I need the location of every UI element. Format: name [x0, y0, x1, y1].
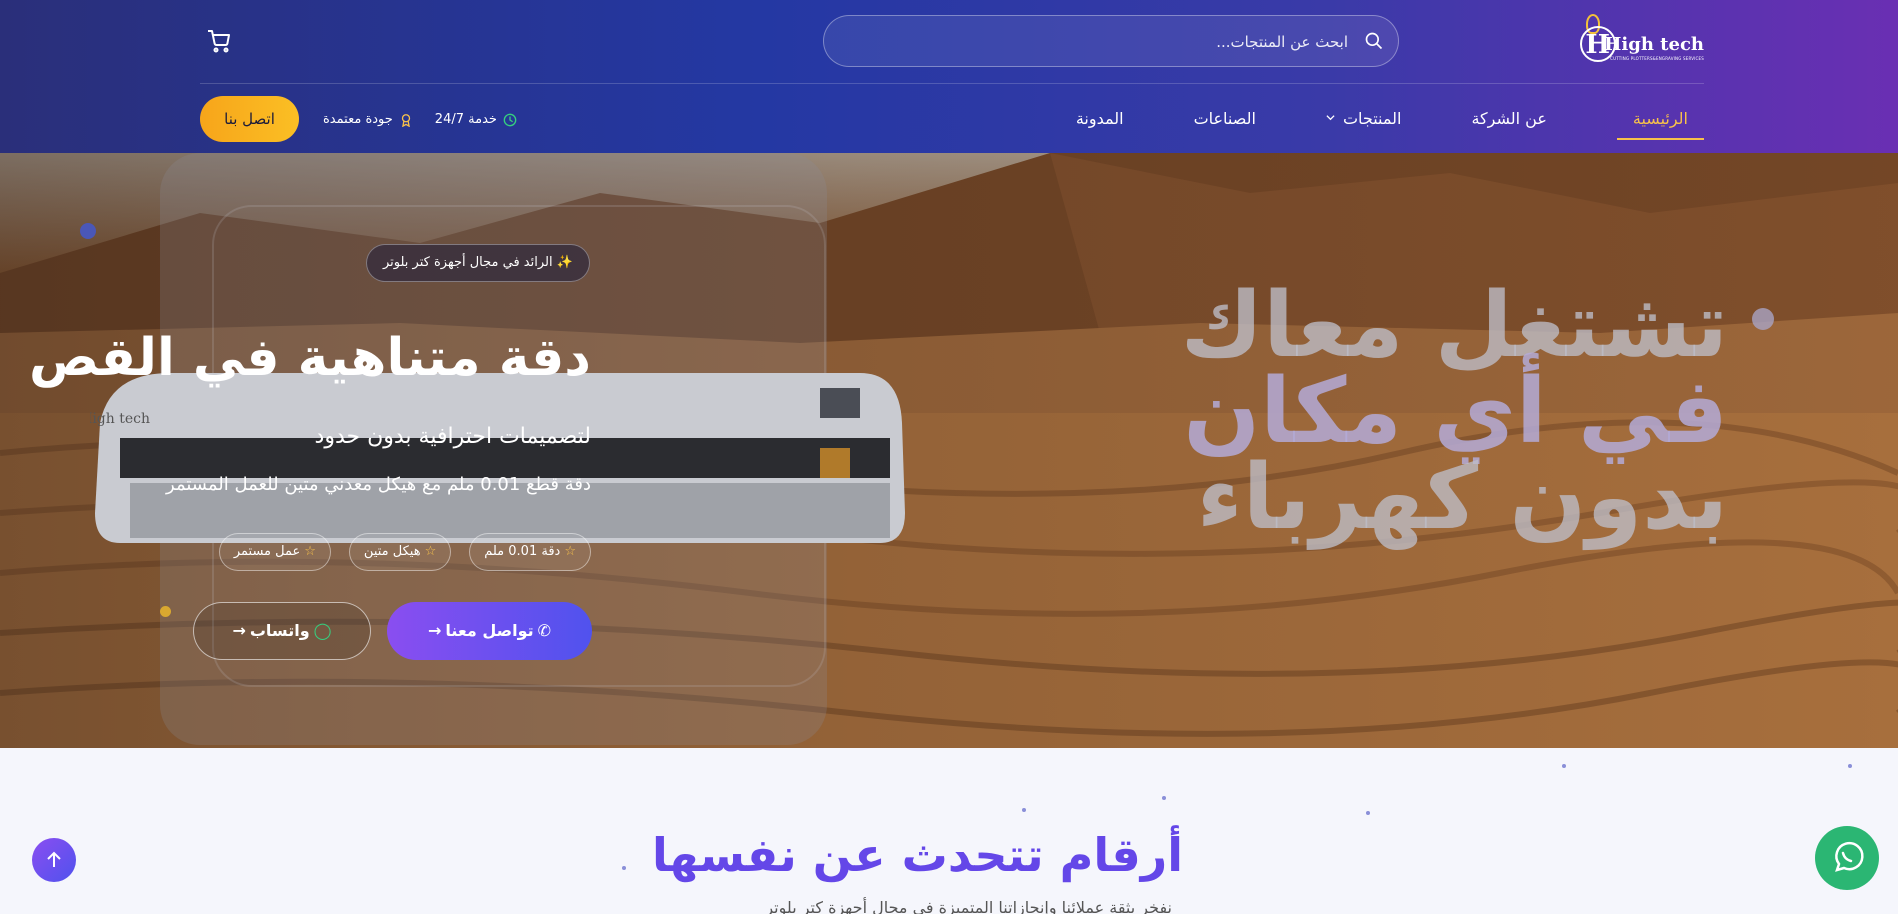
slogan-line: تشتغل معاك — [1180, 273, 1728, 378]
decor-dot — [1162, 796, 1166, 800]
nav-item-about[interactable]: عن الشركة — [1471, 100, 1546, 140]
hero-big-slogan: تشتغل معاك في أي مكان بدون كهرباء — [1180, 273, 1728, 550]
search-input[interactable] — [844, 28, 1348, 56]
header-features: خدمة 24/7 جودة معتمدة — [323, 112, 517, 127]
chevron-down-icon — [1326, 115, 1335, 121]
header-top-bar: H High tech CUTTING PLOTTERS&ENGRAVING S… — [200, 0, 1704, 84]
star-icon: ☆ — [424, 544, 437, 559]
hero-tag: ☆هيكل متين — [348, 533, 452, 571]
hero-tags: ☆دقة 0.01 ملم ☆هيكل متين ☆عمل مستمر — [218, 533, 591, 571]
search-icon[interactable] — [1364, 31, 1384, 51]
nav-label: عن الشركة — [1471, 109, 1547, 128]
hero-whatsapp-label: واتساب — [249, 621, 310, 640]
hero-tag: ☆عمل مستمر — [218, 533, 331, 571]
logo-name: High tech — [1604, 34, 1704, 55]
award-icon — [401, 113, 410, 127]
star-icon: ☆ — [564, 544, 576, 559]
nav-item-home[interactable]: الرئيسية — [1616, 100, 1704, 140]
scroll-to-top-button[interactable] — [32, 838, 76, 882]
hero-description: دقة قطع 0.01 ملم مع هيكل معدني متين للعم… — [166, 474, 591, 495]
search-bar — [823, 15, 1399, 67]
decor-dot — [80, 223, 96, 239]
decor-dot — [1562, 764, 1566, 768]
hero-subtitle: لتصميمات احترافية بدون حدود — [314, 424, 591, 449]
decor-dot — [622, 866, 626, 870]
decor-dot — [1022, 808, 1026, 812]
feature-label: جودة معتمدة — [323, 112, 393, 127]
stats-title: أرقام تتحدث عن نفسها — [651, 828, 1183, 882]
hero-tag: ☆دقة 0.01 ملم — [469, 533, 591, 571]
whatsapp-icon — [1835, 841, 1864, 872]
whatsapp-float-button[interactable] — [1815, 826, 1879, 890]
hero-contact-button[interactable]: ✆تواصل معنا→ — [387, 602, 592, 660]
hero-whatsapp-button[interactable]: ◯واتساب→ — [193, 602, 371, 660]
decor-dot — [1848, 764, 1852, 768]
feature-service: خدمة 24/7 — [435, 112, 517, 127]
hero-badge-text: الرائد في مجال أجهزة كتر بلوتر — [383, 255, 553, 270]
logo-tagline: CUTTING PLOTTERS&ENGRAVING SERVICES — [1610, 56, 1704, 61]
feature-quality: جودة معتمدة — [323, 112, 413, 127]
decor-dot — [1752, 308, 1774, 330]
contact-us-button[interactable]: اتصل بنا — [200, 96, 299, 142]
svg-text:High tech: High tech — [90, 411, 150, 427]
decor-dot — [1366, 811, 1370, 815]
star-icon: ☆ — [304, 544, 316, 559]
hero-tag-text: هيكل متين — [363, 544, 421, 559]
hero-badge: ✨الرائد في مجال أجهزة كتر بلوتر — [366, 244, 590, 282]
stats-subtitle: نفخر بثقة عملائنا وإنجازاتنا المتميزة في… — [765, 898, 1172, 914]
nav-label: المنتجات — [1342, 109, 1402, 128]
main-nav: الرئيسية عن الشركة المنتجات الصناعات الم… — [1076, 100, 1704, 140]
nav-item-products[interactable]: المنتجات — [1326, 100, 1402, 140]
nav-item-industries[interactable]: الصناعات — [1194, 100, 1256, 140]
slogan-line: في أي مكان — [1183, 359, 1728, 464]
arrow-right-icon: → — [232, 621, 246, 640]
nav-label: المدونة — [1075, 109, 1124, 128]
cart-icon[interactable] — [207, 29, 231, 53]
sparkles-icon: ✨ — [556, 255, 573, 270]
hero-contact-label: تواصل معنا — [445, 621, 534, 640]
hero-tag-text: دقة 0.01 ملم — [484, 544, 561, 559]
arrow-right-icon: → — [427, 621, 442, 640]
hero-section: High tech ✨الرائد في مجال أجهزة كتر بلوت… — [0, 153, 1898, 748]
clock-icon — [503, 113, 517, 126]
site-header: H High tech CUTTING PLOTTERS&ENGRAVING S… — [0, 0, 1898, 153]
stats-section: أرقام تتحدث عن نفسها نفخر بثقة عملائنا و… — [0, 748, 1898, 914]
nav-label: الصناعات — [1193, 109, 1256, 128]
decor-dot — [160, 606, 171, 617]
phone-icon: ✆ — [537, 621, 552, 640]
nav-item-blog[interactable]: المدونة — [1076, 100, 1124, 140]
hero-tag-text: عمل مستمر — [233, 544, 301, 559]
arrow-up-icon — [47, 851, 61, 867]
site-logo[interactable]: H High tech CUTTING PLOTTERS&ENGRAVING S… — [1580, 14, 1704, 68]
chat-icon: ◯ — [313, 621, 332, 640]
hero-title: دقة متناهية في القص — [29, 328, 591, 388]
feature-label: خدمة 24/7 — [434, 112, 497, 127]
slogan-line: بدون كهرباء — [1196, 445, 1728, 550]
nav-label: الرئيسية — [1632, 109, 1688, 128]
